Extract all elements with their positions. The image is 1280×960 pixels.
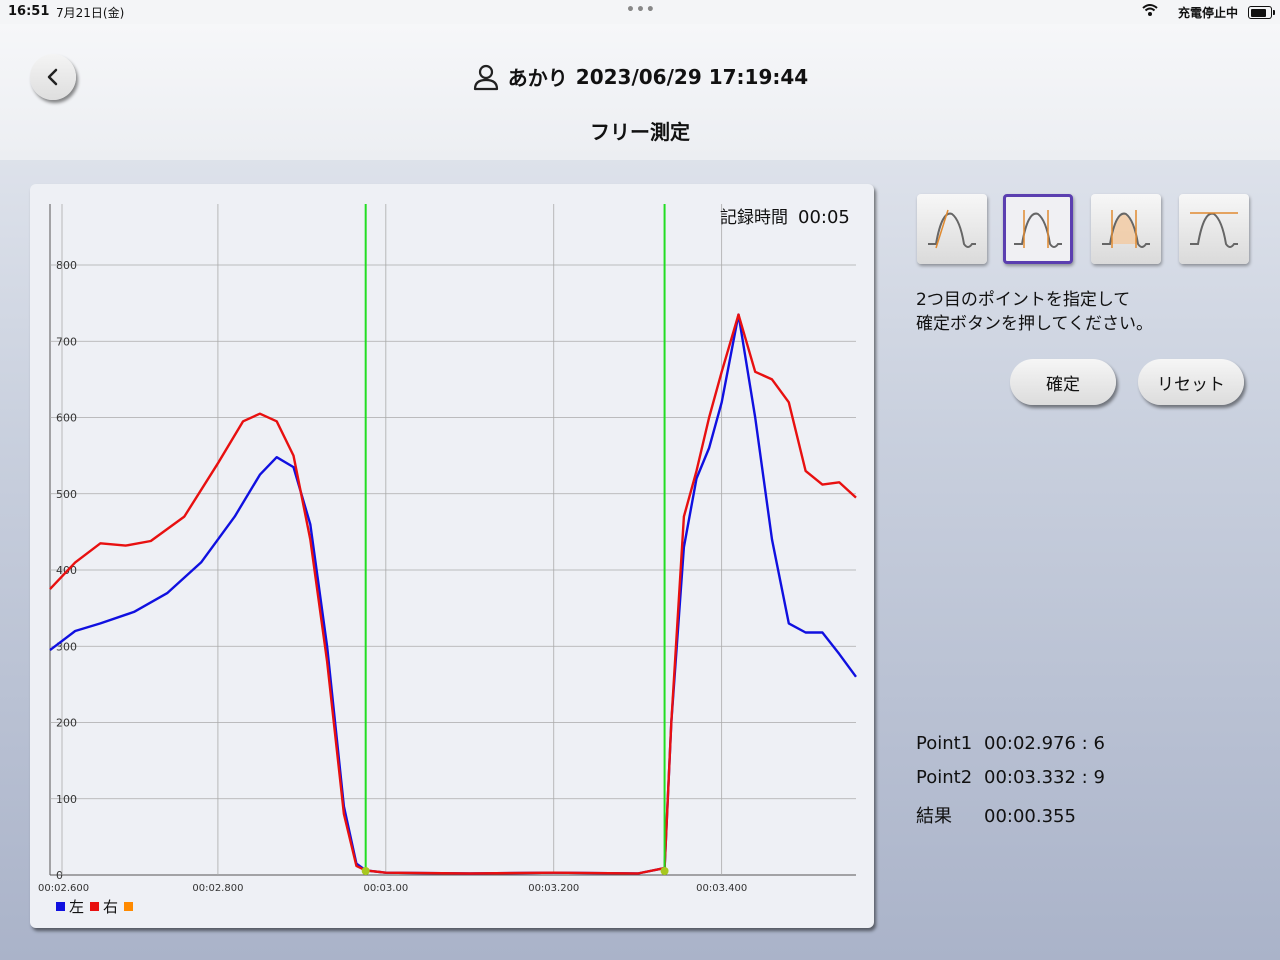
waveform-start-end-icon (1014, 210, 1062, 248)
waveform-start-icon (928, 209, 976, 249)
type-button-peak[interactable] (1179, 194, 1249, 264)
series-line-left (49, 313, 857, 875)
page-title: フリー測定 (590, 120, 690, 144)
waveform-area-icon (1102, 210, 1150, 248)
legend-swatch-left (56, 902, 65, 911)
status-time: 16:51 (8, 4, 50, 19)
confirm-button[interactable]: 確定 (1010, 359, 1116, 405)
status-date: 7月21日(金) (56, 6, 125, 20)
reset-button[interactable]: リセット (1138, 359, 1244, 405)
y-tick-label: 200 (56, 717, 77, 730)
session-info: あかり 2023/06/29 17:19:44 (0, 62, 1280, 91)
y-tick-label: 500 (56, 488, 77, 501)
point1-value: 00:02.976 : 6 (984, 733, 1105, 754)
result-value: 00:00.355 (984, 806, 1076, 827)
record-time: 記録時間 00:05 (720, 203, 850, 228)
legend-label-right: 右 (103, 898, 119, 916)
result-label: 結果 (916, 806, 952, 827)
x-tick-label: 00:02.800 (192, 883, 243, 894)
user-name: あかり (507, 66, 568, 90)
multitasking-dots-icon[interactable]: ••• (626, 2, 656, 18)
waveform-peak-icon (1190, 212, 1238, 248)
battery-icon (1248, 6, 1275, 19)
record-time-label: 記録時間 (720, 208, 788, 228)
instruction-line-2: 確定ボタンを押してください。 (916, 314, 1153, 334)
header: あかり 2023/06/29 17:19:44 フリー測定 (0, 24, 1280, 160)
y-tick-label: 800 (56, 259, 77, 272)
force-chart[interactable]: 010020030040050060070080000:02.600 00:02.… (0, 190, 880, 910)
legend-swatch-right (90, 902, 100, 911)
x-tick-label: 00:03.00 (363, 883, 408, 894)
type-button-area[interactable] (1091, 194, 1161, 264)
battery-fill (1250, 8, 1266, 17)
legend-swatch-third (124, 902, 134, 911)
y-tick-label: 100 (56, 793, 77, 806)
point2-row: Point2 00:03.332 : 9 (916, 767, 1105, 788)
point2-label: Point2 (916, 767, 973, 788)
type-button-start[interactable] (917, 194, 987, 264)
type-button-start-end[interactable] (1003, 194, 1073, 264)
x-tick-label: 00:02.600 (38, 883, 89, 894)
x-tick-label: 00:03.400 (696, 883, 747, 894)
point-marker-dot-2 (660, 867, 669, 875)
series-line-right (49, 313, 857, 875)
record-time-value: 00:05 (798, 207, 850, 228)
user-icon (473, 64, 498, 90)
point1-row: Point1 00:02.976 : 6 (916, 733, 1105, 754)
status-bar: 16:51 7月21日(金) ••• 充電停止中 (0, 0, 1280, 24)
x-tick-label: 00:03.200 (528, 883, 579, 894)
point2-value: 00:03.332 : 9 (984, 767, 1105, 788)
point-marker-dot-1 (361, 867, 370, 875)
result-row: 結果 00:00.355 (916, 802, 1076, 828)
point1-label: Point1 (916, 733, 973, 754)
legend-item-left: 左 (56, 896, 84, 917)
instruction-line-1: 2つ目のポイントを指定して (916, 290, 1131, 310)
y-tick-label: 700 (56, 335, 77, 348)
session-datetime: 2023/06/29 17:19:44 (575, 64, 809, 89)
chart-legend: 左 右 (56, 896, 143, 917)
legend-item-third (124, 902, 137, 911)
legend-item-right: 右 (90, 896, 118, 917)
charging-status: 充電停止中 (1177, 6, 1238, 20)
legend-label-left: 左 (69, 898, 85, 916)
wifi-icon (1142, 3, 1158, 21)
instruction-text: 2つ目のポイントを指定して 確定ボタンを押してください。 (916, 288, 1153, 336)
y-tick-label: 600 (56, 412, 77, 425)
